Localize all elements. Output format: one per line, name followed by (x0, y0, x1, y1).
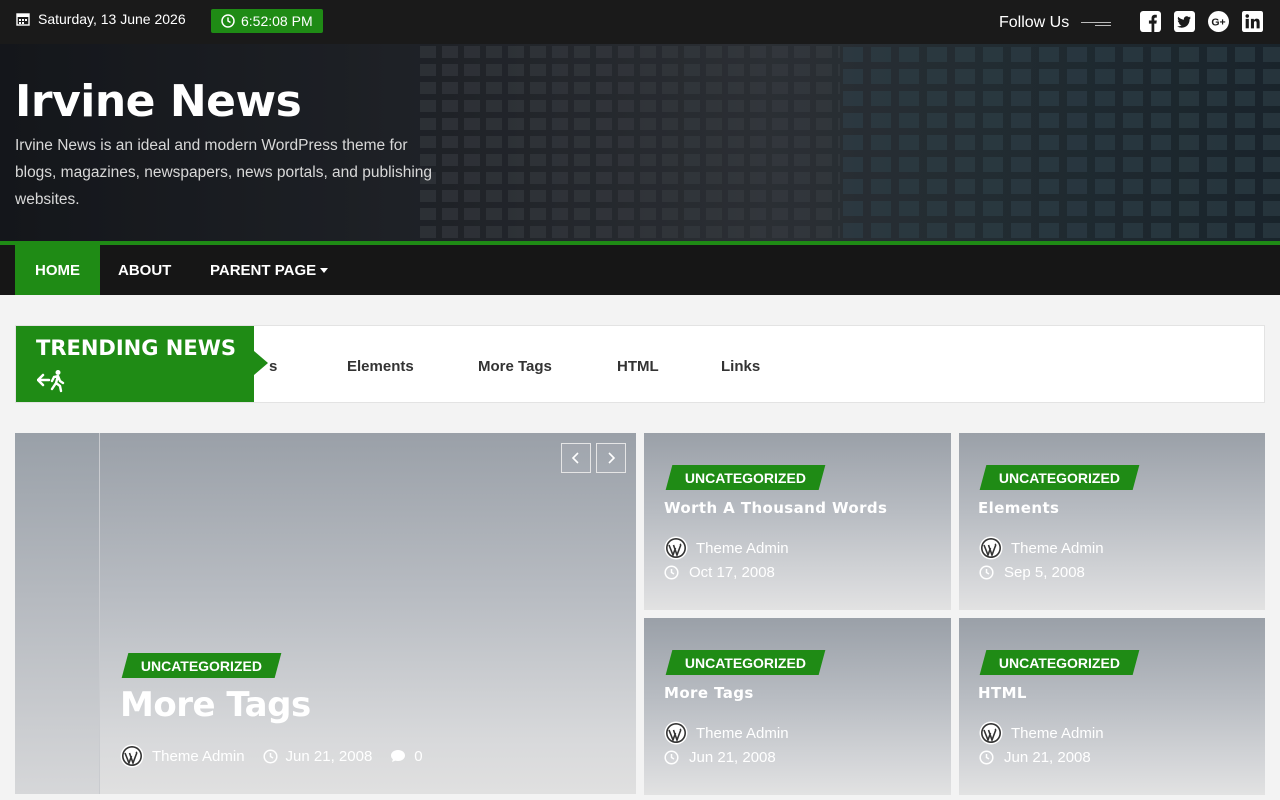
category-label: UNCATEGORIZED (141, 657, 263, 674)
trending-label-box: TRENDING NEWS (16, 326, 254, 402)
trending-title: TRENDING NEWS (36, 336, 236, 360)
post-date[interactable]: Jun 21, 2008 (689, 749, 776, 766)
follow-us-label: Follow Us (999, 14, 1070, 31)
divider (1081, 22, 1111, 23)
time-text: 6:52:08 PM (241, 13, 313, 29)
main-navigation: HOME ABOUT PARENT PAGE (0, 245, 1280, 295)
author-name[interactable]: Theme Admin (1011, 540, 1104, 557)
ticker-item[interactable]: s (269, 358, 277, 375)
post-date[interactable]: Jun 21, 2008 (1004, 749, 1091, 766)
category-badge[interactable]: UNCATEGORIZED (979, 650, 1140, 675)
trending-ticker: s Elements More Tags HTML Links (269, 358, 1264, 380)
trending-news-bar: s Elements More Tags HTML Links TRENDING… (15, 325, 1265, 403)
nav-item-parent-page[interactable]: PARENT PAGE (210, 245, 329, 295)
svg-text:G+: G+ (1211, 17, 1225, 29)
category-badge[interactable]: UNCATEGORIZED (979, 465, 1140, 490)
wordpress-avatar-icon (120, 744, 144, 768)
nav-item-label: PARENT PAGE (210, 261, 317, 279)
running-person-icon (37, 370, 65, 393)
clock-icon (221, 14, 235, 28)
author-name[interactable]: Theme Admin (696, 725, 789, 742)
post-card-title[interactable]: Elements (978, 499, 1059, 517)
slider-prev-button[interactable] (561, 443, 591, 473)
trending-label-arrow (254, 351, 268, 375)
clock-icon (979, 565, 994, 580)
category-badge[interactable]: UNCATEGORIZED (121, 653, 282, 678)
post-card[interactable]: UNCATEGORIZED More Tags Theme Admin Jun … (644, 618, 951, 795)
ticker-item[interactable]: HTML (617, 358, 659, 375)
ticker-item[interactable]: Elements (347, 358, 414, 375)
post-card[interactable]: UNCATEGORIZED Worth A Thousand Words The… (644, 433, 951, 610)
author-name[interactable]: Theme Admin (1011, 725, 1104, 742)
post-date-row: Oct 17, 2008 (664, 564, 775, 581)
caret-down-icon (320, 267, 329, 273)
twitter-icon[interactable] (1174, 11, 1195, 32)
post-date-row: Jun 21, 2008 (664, 749, 776, 766)
previous-slide-preview (15, 433, 100, 794)
category-badge[interactable]: UNCATEGORIZED (665, 650, 826, 675)
linkedin-icon[interactable] (1242, 11, 1263, 32)
post-card[interactable]: UNCATEGORIZED HTML Theme Admin Jun 21, 2… (959, 618, 1265, 795)
post-card-title[interactable]: Worth A Thousand Words (664, 499, 887, 517)
post-card-title[interactable]: More Tags (664, 684, 754, 702)
calendar-icon (16, 13, 30, 26)
post-author-row: Theme Admin (979, 721, 1104, 745)
nav-item-home[interactable]: HOME (15, 245, 100, 295)
wordpress-avatar-icon (979, 721, 1003, 745)
ticker-item[interactable]: Links (721, 358, 760, 375)
category-badge[interactable]: UNCATEGORIZED (665, 465, 826, 490)
featured-slider[interactable]: UNCATEGORIZED More Tags Theme Admin Jun … (15, 433, 636, 794)
author-name[interactable]: Theme Admin (152, 748, 245, 765)
wordpress-avatar-icon (664, 536, 688, 560)
social-links: G+ (1140, 11, 1263, 32)
post-date[interactable]: Jun 21, 2008 (286, 748, 373, 765)
post-date[interactable]: Oct 17, 2008 (689, 564, 775, 581)
post-date-row: Jun 21, 2008 (979, 749, 1091, 766)
divider (1095, 25, 1111, 26)
date-display: Saturday, 13 June 2026 (16, 11, 186, 27)
google-plus-icon[interactable]: G+ (1208, 11, 1229, 32)
clock-icon (979, 750, 994, 765)
comment-count[interactable]: 0 (414, 748, 422, 765)
category-label: UNCATEGORIZED (685, 469, 807, 486)
post-card-title[interactable]: HTML (978, 684, 1027, 702)
site-header: Irvine News Irvine News is an ideal and … (0, 44, 1280, 241)
author-name[interactable]: Theme Admin (696, 540, 789, 557)
post-date[interactable]: Sep 5, 2008 (1004, 564, 1085, 581)
wordpress-avatar-icon (979, 536, 1003, 560)
post-author-row: Theme Admin (979, 536, 1104, 560)
post-author-row: Theme Admin (664, 536, 789, 560)
category-label: UNCATEGORIZED (999, 654, 1121, 671)
nav-item-about[interactable]: ABOUT (118, 245, 171, 295)
wordpress-avatar-icon (664, 721, 688, 745)
post-author-row: Theme Admin (664, 721, 789, 745)
comment-icon (391, 750, 406, 762)
clock-icon (664, 750, 679, 765)
featured-post-title[interactable]: More Tags (120, 685, 311, 725)
category-label: UNCATEGORIZED (685, 654, 807, 671)
time-badge: 6:52:08 PM (211, 9, 323, 33)
chevron-right-icon (608, 452, 616, 464)
site-description: Irvine News is an ideal and modern WordP… (15, 137, 433, 208)
ticker-item[interactable]: More Tags (478, 358, 552, 375)
slider-next-button[interactable] (596, 443, 626, 473)
category-label: UNCATEGORIZED (999, 469, 1121, 486)
facebook-icon[interactable] (1140, 11, 1161, 32)
clock-icon (664, 565, 679, 580)
chevron-left-icon (571, 452, 579, 464)
post-card[interactable]: UNCATEGORIZED Elements Theme Admin Sep 5… (959, 433, 1265, 610)
featured-post-meta: Theme Admin Jun 21, 2008 0 (120, 744, 423, 768)
top-bar: Saturday, 13 June 2026 6:52:08 PM Follow… (0, 0, 1280, 44)
clock-icon (262, 748, 278, 764)
date-text: Saturday, 13 June 2026 (38, 11, 186, 27)
post-date-row: Sep 5, 2008 (979, 564, 1085, 581)
site-title[interactable]: Irvine News (15, 76, 302, 127)
